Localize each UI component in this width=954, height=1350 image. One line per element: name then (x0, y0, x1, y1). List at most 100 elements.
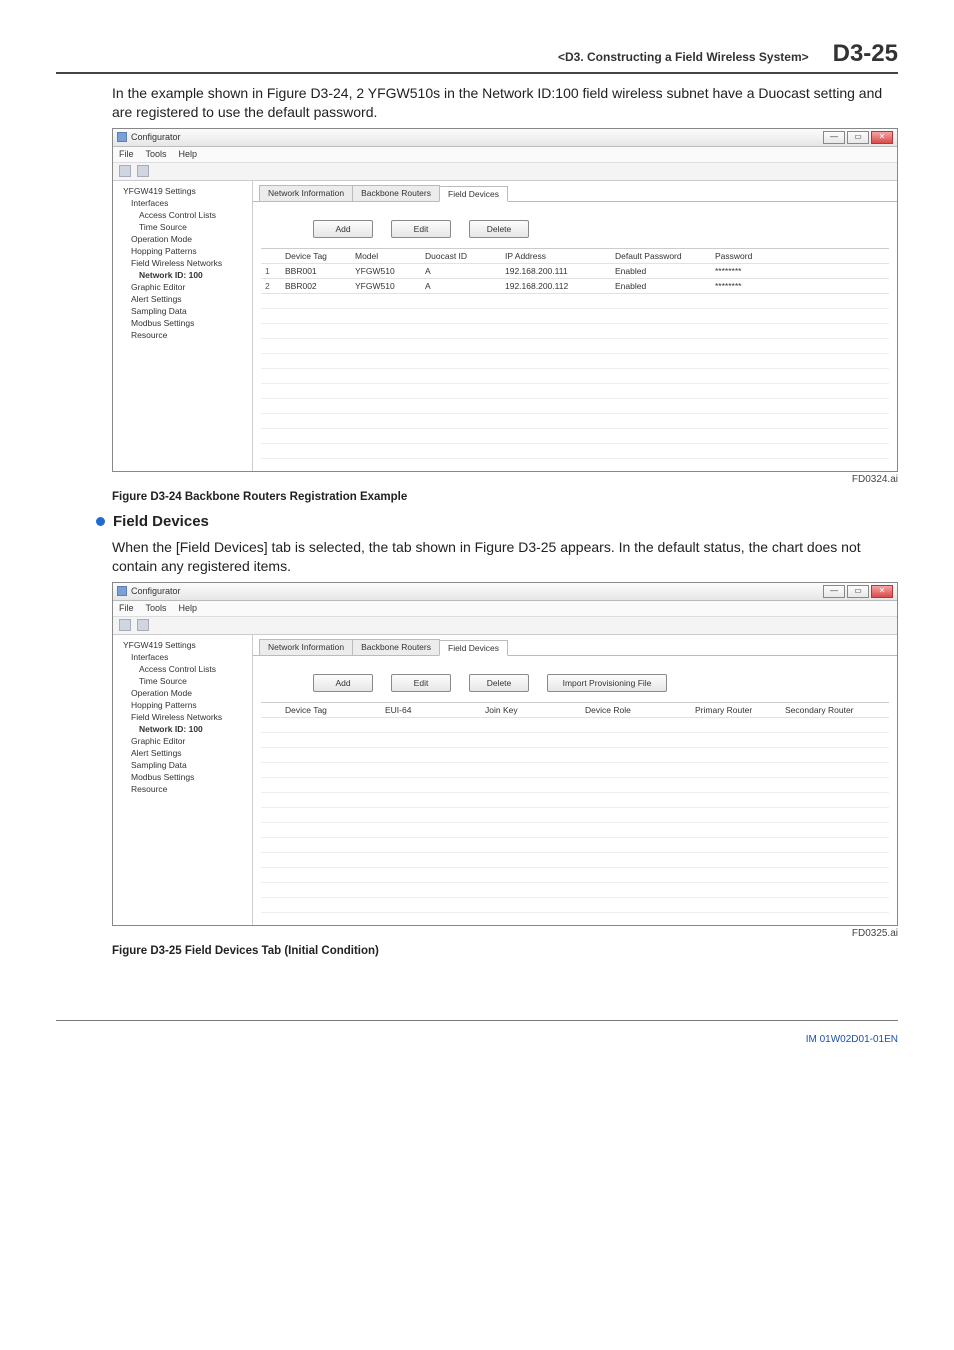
table-row (261, 384, 889, 399)
table-row (261, 339, 889, 354)
tree-item[interactable]: Field Wireless Networks (115, 257, 250, 269)
maximize-button[interactable]: ▭ (847, 131, 869, 144)
tree-item-selected[interactable]: Network ID: 100 (115, 269, 250, 281)
table-row[interactable]: 2 BBR002 YFGW510 A 192.168.200.112 Enabl… (261, 279, 889, 294)
tree-root[interactable]: YFGW419 Settings (115, 639, 250, 651)
table-row (261, 429, 889, 444)
table-row (261, 823, 889, 838)
toolbar-icon-1[interactable] (119, 619, 131, 631)
col-default-password: Default Password (611, 251, 711, 261)
edit-button[interactable]: Edit (391, 220, 451, 238)
tabstrip: Network Information Backbone Routers Fie… (253, 181, 897, 202)
section-heading: Field Devices (113, 513, 209, 530)
minimize-button[interactable]: — (823, 131, 845, 144)
tabstrip: Network Information Backbone Routers Fie… (253, 635, 897, 656)
col-primary-router: Primary Router (691, 705, 781, 715)
tree-item[interactable]: Time Source (115, 221, 250, 233)
maximize-button[interactable]: ▭ (847, 585, 869, 598)
toolbar-icon-2[interactable] (137, 165, 149, 177)
tree-root[interactable]: YFGW419 Settings (115, 185, 250, 197)
table-row (261, 868, 889, 883)
tree-item-selected[interactable]: Network ID: 100 (115, 723, 250, 735)
tree-item[interactable]: Resource (115, 783, 250, 795)
menubar: File Tools Help (113, 147, 897, 163)
add-button[interactable]: Add (313, 220, 373, 238)
bullet-icon (96, 517, 105, 526)
tree-item[interactable]: Modbus Settings (115, 317, 250, 329)
delete-button[interactable]: Delete (469, 674, 529, 692)
content-pane: Network Information Backbone Routers Fie… (253, 635, 897, 925)
menu-help[interactable]: Help (179, 603, 198, 613)
tree-item[interactable]: Hopping Patterns (115, 699, 250, 711)
edit-button[interactable]: Edit (391, 674, 451, 692)
table-row (261, 898, 889, 913)
tab-network-info[interactable]: Network Information (259, 639, 353, 655)
table-row (261, 748, 889, 763)
tab-field-devices[interactable]: Field Devices (439, 186, 508, 202)
table-row[interactable]: 1 BBR001 YFGW510 A 192.168.200.111 Enabl… (261, 264, 889, 279)
tree-item[interactable]: Sampling Data (115, 759, 250, 771)
table-row (261, 793, 889, 808)
tree-item[interactable]: Access Control Lists (115, 663, 250, 675)
col-password: Password (711, 251, 791, 261)
header-section: <D3. Constructing a Field Wireless Syste… (558, 50, 809, 64)
tree-item[interactable]: Interfaces (115, 651, 250, 663)
minimize-button[interactable]: — (823, 585, 845, 598)
menu-tools[interactable]: Tools (146, 603, 167, 613)
menu-help[interactable]: Help (179, 149, 198, 159)
table-row (261, 808, 889, 823)
menu-file[interactable]: File (119, 149, 134, 159)
tree-item[interactable]: Graphic Editor (115, 281, 250, 293)
table-row (261, 733, 889, 748)
tab-backbone-routers[interactable]: Backbone Routers (352, 185, 440, 201)
col-eui64: EUI-64 (381, 705, 481, 715)
menu-file[interactable]: File (119, 603, 134, 613)
col-duocast-id: Duocast ID (421, 251, 501, 261)
close-button[interactable]: ✕ (871, 585, 893, 598)
import-provisioning-button[interactable]: Import Provisioning File (547, 674, 667, 692)
tree-item[interactable]: Graphic Editor (115, 735, 250, 747)
tree-item[interactable]: Operation Mode (115, 687, 250, 699)
table-row (261, 718, 889, 733)
window-title: Configurator (131, 586, 181, 596)
header-page-number: D3-25 (833, 40, 898, 68)
backbone-routers-grid: Device Tag Model Duocast ID IP Address D… (261, 248, 889, 459)
app-icon (117, 132, 127, 142)
toolbar-icon-1[interactable] (119, 165, 131, 177)
footer-doc-id: IM 01W02D01-01EN (806, 1034, 898, 1045)
tree-item[interactable]: Sampling Data (115, 305, 250, 317)
tree-item[interactable]: Operation Mode (115, 233, 250, 245)
tab-field-devices[interactable]: Field Devices (439, 640, 508, 656)
table-row (261, 399, 889, 414)
col-ip-address: IP Address (501, 251, 611, 261)
tab-backbone-routers[interactable]: Backbone Routers (352, 639, 440, 655)
menu-tools[interactable]: Tools (146, 149, 167, 159)
toolbar-icon-2[interactable] (137, 619, 149, 631)
tree-item[interactable]: Resource (115, 329, 250, 341)
intro-paragraph: In the example shown in Figure D3-24, 2 … (112, 84, 898, 122)
close-button[interactable]: ✕ (871, 131, 893, 144)
delete-button[interactable]: Delete (469, 220, 529, 238)
tree-pane: YFGW419 Settings Interfaces Access Contr… (113, 635, 253, 925)
window-title: Configurator (131, 132, 181, 142)
figure-caption-1: Figure D3-24 Backbone Routers Registrati… (112, 491, 898, 503)
col-model: Model (351, 251, 421, 261)
tree-item[interactable]: Access Control Lists (115, 209, 250, 221)
col-device-tag: Device Tag (281, 251, 351, 261)
tree-item[interactable]: Hopping Patterns (115, 245, 250, 257)
tree-item[interactable]: Alert Settings (115, 747, 250, 759)
tree-item[interactable]: Field Wireless Networks (115, 711, 250, 723)
tree-item[interactable]: Time Source (115, 675, 250, 687)
toolbar (113, 163, 897, 181)
tree-item[interactable]: Modbus Settings (115, 771, 250, 783)
table-row (261, 294, 889, 309)
tab-network-info[interactable]: Network Information (259, 185, 353, 201)
figure-id-2: FD0325.ai (56, 928, 898, 939)
header-rule (56, 72, 898, 74)
add-button[interactable]: Add (313, 674, 373, 692)
window-titlebar: Configurator — ▭ ✕ (113, 583, 897, 601)
tree-pane: YFGW419 Settings Interfaces Access Contr… (113, 181, 253, 471)
tree-item[interactable]: Alert Settings (115, 293, 250, 305)
window-titlebar: Configurator — ▭ ✕ (113, 129, 897, 147)
tree-item[interactable]: Interfaces (115, 197, 250, 209)
